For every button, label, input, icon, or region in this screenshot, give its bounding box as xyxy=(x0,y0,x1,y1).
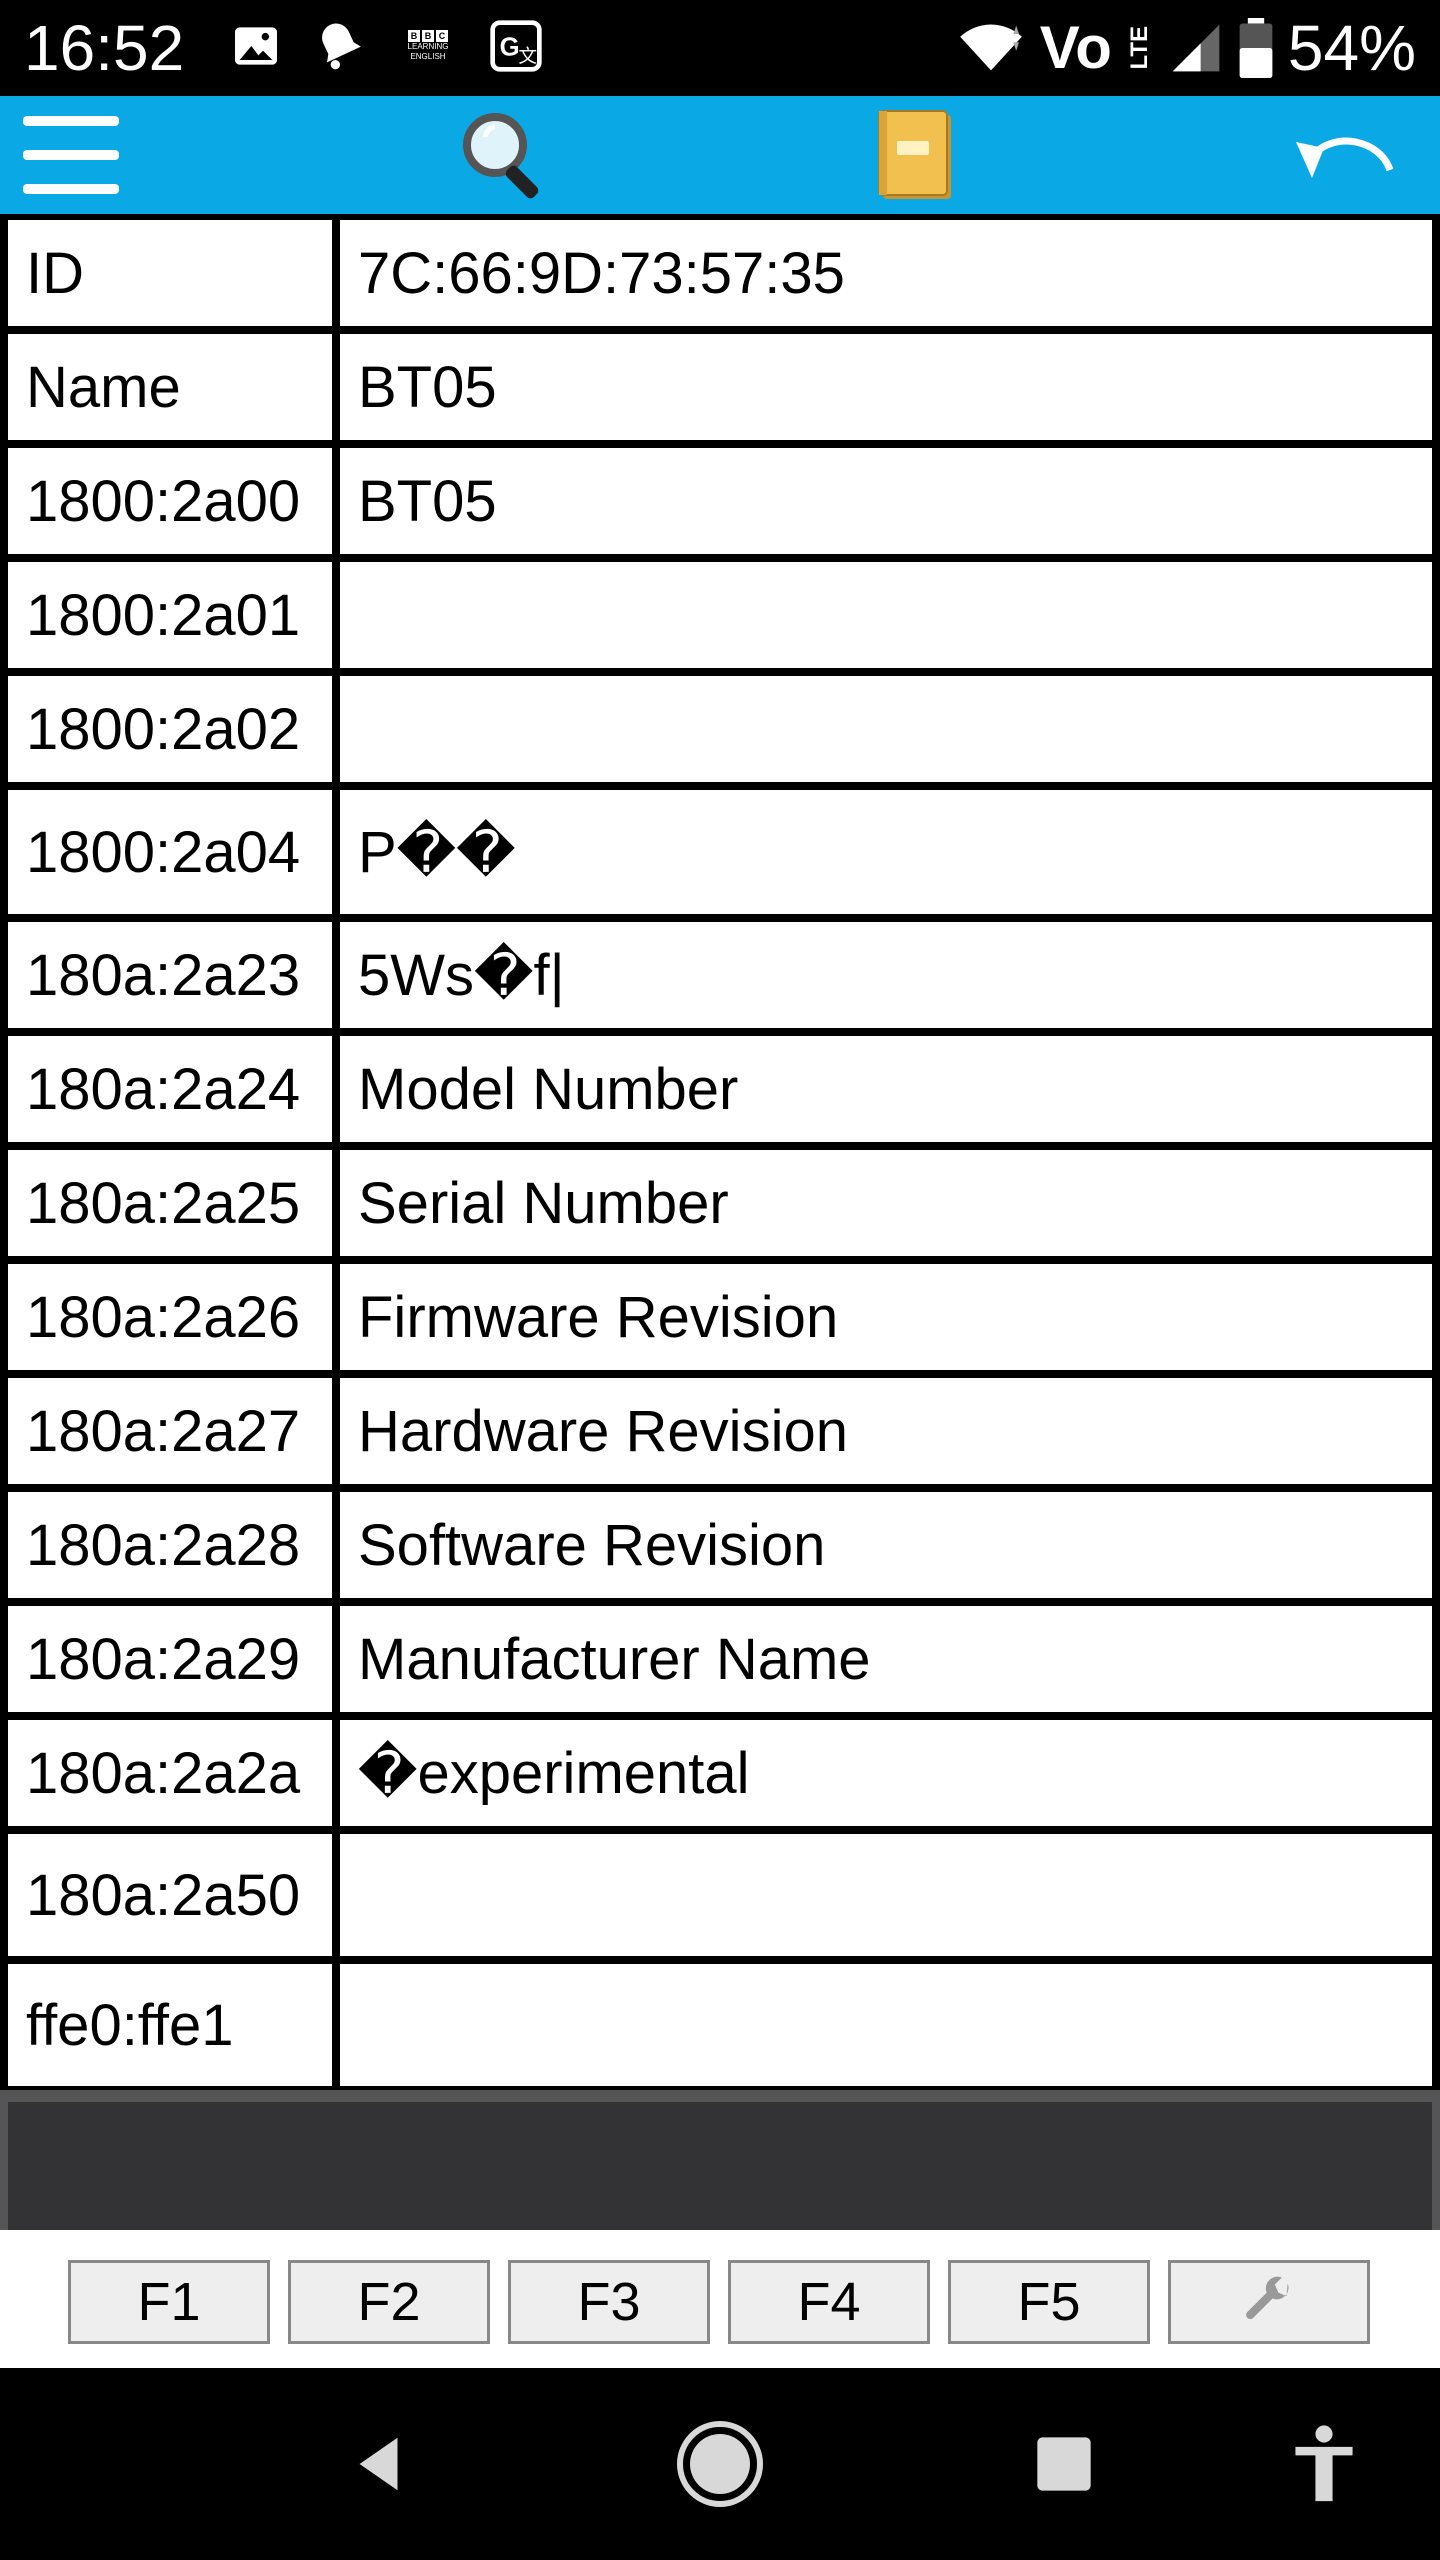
table-row[interactable]: 180a:2a26 Firmware Revision xyxy=(0,1264,1440,1370)
row-value: BT05 xyxy=(340,334,1432,440)
row-value: Software Revision xyxy=(340,1492,1432,1598)
notebook-button[interactable] xyxy=(860,96,970,214)
back-icon xyxy=(359,2437,398,2491)
lte-label: LTE xyxy=(1125,26,1153,70)
battery-percent: 54% xyxy=(1287,12,1416,84)
row-value: Manufacturer Name xyxy=(340,1606,1432,1712)
row-key: 180a:2a23 xyxy=(8,922,332,1028)
menu-icon xyxy=(23,116,119,194)
battery-icon xyxy=(1239,18,1273,78)
menu-button[interactable] xyxy=(16,96,126,214)
row-value xyxy=(340,562,1432,668)
row-value xyxy=(340,1964,1432,2086)
row-value: P�� xyxy=(340,790,1432,914)
table-row[interactable]: 180a:2a24 Model Number xyxy=(0,1036,1440,1142)
row-key: 180a:2a29 xyxy=(8,1606,332,1712)
table-row[interactable]: 180a:2a29 Manufacturer Name xyxy=(0,1606,1440,1712)
device-info-table: ID 7C:66:9D:73:57:35 Name BT05 1800:2a00 BT05… xyxy=(0,214,1440,2090)
accessibility-icon xyxy=(1295,2425,1353,2502)
row-key: 180a:2a24 xyxy=(8,1036,332,1142)
row-key: 180a:2a50 xyxy=(8,1834,332,1956)
row-value xyxy=(340,1834,1432,1956)
notification-icons: BBC LEARNING ENGLISH G文 xyxy=(228,18,544,74)
row-value xyxy=(340,676,1432,782)
svg-text:G: G xyxy=(500,33,520,61)
row-key: 180a:2a25 xyxy=(8,1150,332,1256)
row-value: 7C:66:9D:73:57:35 xyxy=(340,220,1432,326)
settings-button[interactable] xyxy=(1168,2260,1370,2344)
translate-icon: G文 xyxy=(490,20,542,72)
row-key: ID xyxy=(8,220,332,326)
table-row[interactable]: 180a:2a28 Software Revision xyxy=(0,1492,1440,1598)
undo-button[interactable] xyxy=(1280,96,1410,214)
recents-icon xyxy=(1037,2437,1091,2491)
bell-icon xyxy=(322,23,361,70)
status-bar: 16:52 BBC LEARNING ENGLISH G文 Vo LTE 54% xyxy=(0,0,1440,96)
home-button[interactable] xyxy=(660,2368,780,2560)
row-key: 1800:2a00 xyxy=(8,448,332,554)
table-row[interactable]: Name BT05 xyxy=(0,334,1440,440)
wifi-icon xyxy=(959,24,1022,71)
bbc-badge-text: LEARNING ENGLISH xyxy=(407,42,449,61)
row-value: Serial Number xyxy=(340,1150,1432,1256)
f5-button[interactable]: F5 xyxy=(948,2260,1150,2344)
table-row[interactable]: 1800:2a04 P�� xyxy=(0,790,1440,914)
f1-button[interactable]: F1 xyxy=(68,2260,270,2344)
image-icon xyxy=(235,27,277,65)
table-row[interactable]: 180a:2a50 xyxy=(0,1834,1440,1956)
signal-icon xyxy=(1172,24,1220,72)
status-right: Vo LTE 54% xyxy=(956,8,1416,88)
table-row[interactable]: 1800:2a00 BT05 xyxy=(0,448,1440,554)
output-panel xyxy=(8,2102,1432,2230)
row-key: Name xyxy=(8,334,332,440)
table-row[interactable]: ID 7C:66:9D:73:57:35 xyxy=(0,220,1440,326)
notebook-icon xyxy=(878,110,951,199)
row-key: 180a:2a2a xyxy=(8,1720,332,1826)
table-row[interactable]: 1800:2a02 xyxy=(0,676,1440,782)
table-row[interactable]: ffe0:ffe1 xyxy=(0,1964,1440,2086)
search-icon xyxy=(463,113,539,199)
row-value: Model Number xyxy=(340,1036,1432,1142)
row-key: 180a:2a28 xyxy=(8,1492,332,1598)
table-row[interactable]: 180a:2a2a �experimental xyxy=(0,1720,1440,1826)
row-value: BT05 xyxy=(340,448,1432,554)
row-value: Firmware Revision xyxy=(340,1264,1432,1370)
row-value: �experimental xyxy=(340,1720,1432,1826)
row-key: 180a:2a27 xyxy=(8,1378,332,1484)
row-value: Hardware Revision xyxy=(340,1378,1432,1484)
f3-button[interactable]: F3 xyxy=(508,2260,710,2344)
f2-button[interactable]: F2 xyxy=(288,2260,490,2344)
accessibility-button[interactable] xyxy=(1264,2368,1384,2560)
f4-button[interactable]: F4 xyxy=(728,2260,930,2344)
back-button[interactable] xyxy=(320,2368,440,2560)
table-row[interactable]: 1800:2a01 xyxy=(0,562,1440,668)
status-time: 16:52 xyxy=(24,12,185,84)
system-nav-bar xyxy=(0,2368,1440,2560)
row-key: ffe0:ffe1 xyxy=(8,1964,332,2086)
recents-button[interactable] xyxy=(1004,2368,1124,2560)
row-key: 1800:2a02 xyxy=(8,676,332,782)
function-keys-bar: F1 F2 F3 F4 F5 xyxy=(0,2230,1440,2368)
row-key: 1800:2a01 xyxy=(8,562,332,668)
toolbar xyxy=(0,96,1440,214)
wrench-icon xyxy=(1246,2276,1289,2320)
svg-text:文: 文 xyxy=(518,45,537,66)
home-icon xyxy=(677,2421,763,2507)
table-row[interactable]: 180a:2a27 Hardware Revision xyxy=(0,1378,1440,1484)
table-row[interactable]: 180a:2a23 5Ws�f| xyxy=(0,922,1440,1028)
row-value: 5Ws�f| xyxy=(340,922,1432,1028)
undo-icon xyxy=(1296,137,1394,178)
row-key: 1800:2a04 xyxy=(8,790,332,914)
volte-label: Vo xyxy=(1039,14,1112,81)
table-row[interactable]: 180a:2a25 Serial Number xyxy=(0,1150,1440,1256)
row-key: 180a:2a26 xyxy=(8,1264,332,1370)
search-button[interactable] xyxy=(450,96,560,214)
bbc-learning-english-icon: BBC LEARNING ENGLISH xyxy=(396,18,460,74)
